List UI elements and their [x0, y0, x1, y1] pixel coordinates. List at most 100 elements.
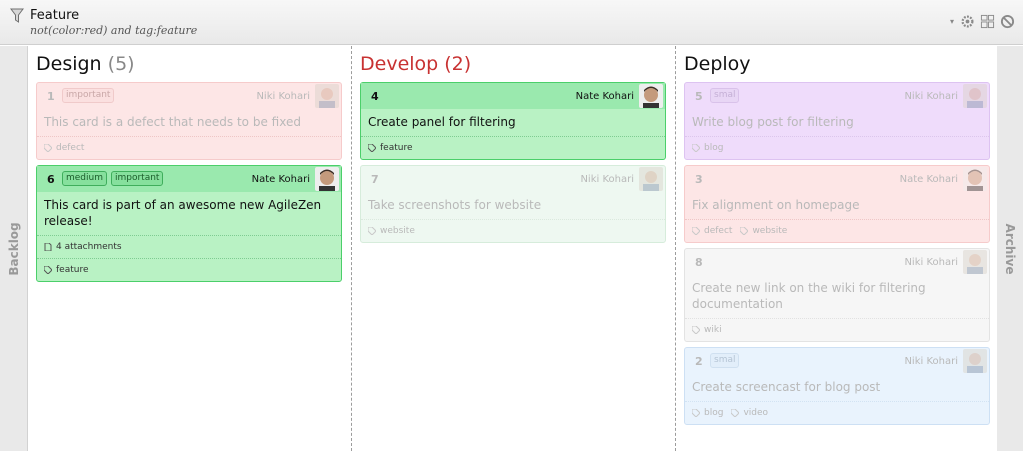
card-number: 8 [695, 256, 703, 269]
card-text: Create panel for filtering [368, 115, 516, 129]
card-header: 2 smal Niki Kohari [685, 348, 989, 374]
card[interactable]: 5 smal Niki Kohari Write blog post for f… [684, 82, 990, 160]
backlog-label: Backlog [6, 221, 21, 276]
tag-item: feature [368, 143, 413, 153]
card-owner: Niki Kohari [580, 174, 634, 185]
card-text: This card is a defect that needs to be f… [44, 115, 301, 129]
card-owner: Nate Kohari [251, 174, 310, 185]
tag-label: wiki [704, 325, 722, 335]
tag-label: blog [704, 408, 724, 418]
card-tags-row: feature [361, 136, 665, 159]
avatar [963, 167, 987, 191]
card-header: 8 Niki Kohari [685, 249, 989, 275]
card-number: 7 [371, 173, 379, 186]
tag-icon [368, 227, 376, 235]
card-tags-row: defect [37, 136, 341, 159]
card-number: 6 [47, 173, 55, 186]
avatar [963, 349, 987, 373]
card-owner: Niki Kohari [904, 91, 958, 102]
tag-item: video [731, 408, 768, 418]
tag-pill: important [111, 171, 164, 186]
archive-label: Archive [1002, 223, 1017, 274]
gear-icon[interactable] [960, 14, 975, 29]
tag-label: feature [380, 143, 413, 153]
tag-item: website [740, 226, 787, 236]
avatar [315, 84, 339, 108]
clear-filter-icon[interactable] [1000, 14, 1015, 29]
card-tags-row: blog video [685, 401, 989, 424]
tag-icon [692, 227, 700, 235]
tag-icon [44, 266, 52, 274]
column-design: Design (5) 1 important Niki Kohari This … [28, 46, 352, 451]
filter-query[interactable]: not(color:red) and tag:feature [30, 24, 197, 37]
tag-item: wiki [692, 325, 722, 335]
tag-label: defect [56, 143, 85, 153]
card-number: 4 [371, 90, 379, 103]
column-name: Deploy [684, 53, 751, 75]
tag-icon [44, 144, 52, 152]
card-tags-row: feature [37, 258, 341, 281]
card-header: 4 Nate Kohari [361, 83, 665, 109]
card-header: 5 smal Niki Kohari [685, 83, 989, 109]
filter-title: Feature [30, 8, 80, 23]
card-owner: Niki Kohari [904, 356, 958, 367]
tag-item: website [368, 226, 415, 236]
avatar [639, 84, 663, 108]
avatar [963, 84, 987, 108]
card-header: 1 important Niki Kohari [37, 83, 341, 109]
card-number: 2 [695, 355, 703, 368]
card-owner: Niki Kohari [256, 91, 310, 102]
card-header: 3 Nate Kohari [685, 166, 989, 192]
tag-pill: smal [710, 353, 740, 368]
card-tags-row: blog [685, 136, 989, 159]
card-number: 3 [695, 173, 703, 186]
tag-label: feature [56, 265, 89, 275]
tag-label: website [380, 226, 415, 236]
column-name: Design [36, 53, 102, 75]
card[interactable]: 7 Niki Kohari Take screenshots for websi… [360, 165, 666, 243]
card[interactable]: 2 smal Niki Kohari Create screencast for… [684, 347, 990, 425]
card[interactable]: 6 medium important Nate Kohari This card… [36, 165, 342, 282]
tag-item: blog [692, 408, 723, 418]
column-title: Deploy [684, 46, 989, 82]
tag-pill: important [62, 88, 115, 103]
card-tags-row: wiki [685, 318, 989, 341]
tag-icon [692, 326, 700, 334]
card[interactable]: 8 Niki Kohari Create new link on the wik… [684, 248, 990, 342]
card-number: 5 [695, 90, 703, 103]
card[interactable]: 4 Nate Kohari Create panel for filtering… [360, 82, 666, 160]
card-owner: Niki Kohari [904, 257, 958, 268]
board: Design (5) 1 important Niki Kohari This … [28, 46, 997, 451]
backlog-rail[interactable]: Backlog [0, 46, 28, 451]
filter-bar: Feature not(color:red) and tag:feature ▾ [0, 0, 1023, 45]
tag-label: blog [704, 143, 724, 153]
tag-label: video [743, 408, 769, 418]
card-tags: medium important [62, 171, 164, 186]
tag-item: feature [44, 265, 89, 275]
card-header: 7 Niki Kohari [361, 166, 665, 192]
archive-rail[interactable]: Archive [995, 46, 1023, 451]
tag-item: defect [44, 143, 84, 153]
card-tags: smal [710, 353, 740, 368]
card[interactable]: 3 Nate Kohari Fix alignment on homepage … [684, 165, 990, 243]
card-text: Create screencast for blog post [692, 380, 881, 394]
avatar [963, 250, 987, 274]
card-attachments-row[interactable]: 4 attachments [37, 235, 341, 258]
tag-pill: smal [710, 88, 740, 103]
card-text: Take screenshots for website [368, 198, 542, 212]
tag-icon [731, 409, 740, 417]
attachment-item[interactable]: 4 attachments [44, 242, 122, 252]
column-name: Develop [360, 53, 439, 75]
card-tags-row: defect website [685, 219, 989, 242]
dropdown-arrow-icon[interactable]: ▾ [949, 14, 955, 29]
filter-tools: ▾ [949, 14, 1015, 29]
column-count: (2) [444, 53, 472, 75]
tag-item: defect [692, 226, 732, 236]
layout-icon[interactable] [980, 14, 995, 29]
card-tags: important [62, 88, 115, 103]
card-owner: Nate Kohari [575, 91, 634, 102]
attachments-label: 4 attachments [56, 242, 122, 252]
card-text: Fix alignment on homepage [692, 198, 860, 212]
card[interactable]: 1 important Niki Kohari This card is a d… [36, 82, 342, 160]
tag-item: blog [692, 143, 723, 153]
